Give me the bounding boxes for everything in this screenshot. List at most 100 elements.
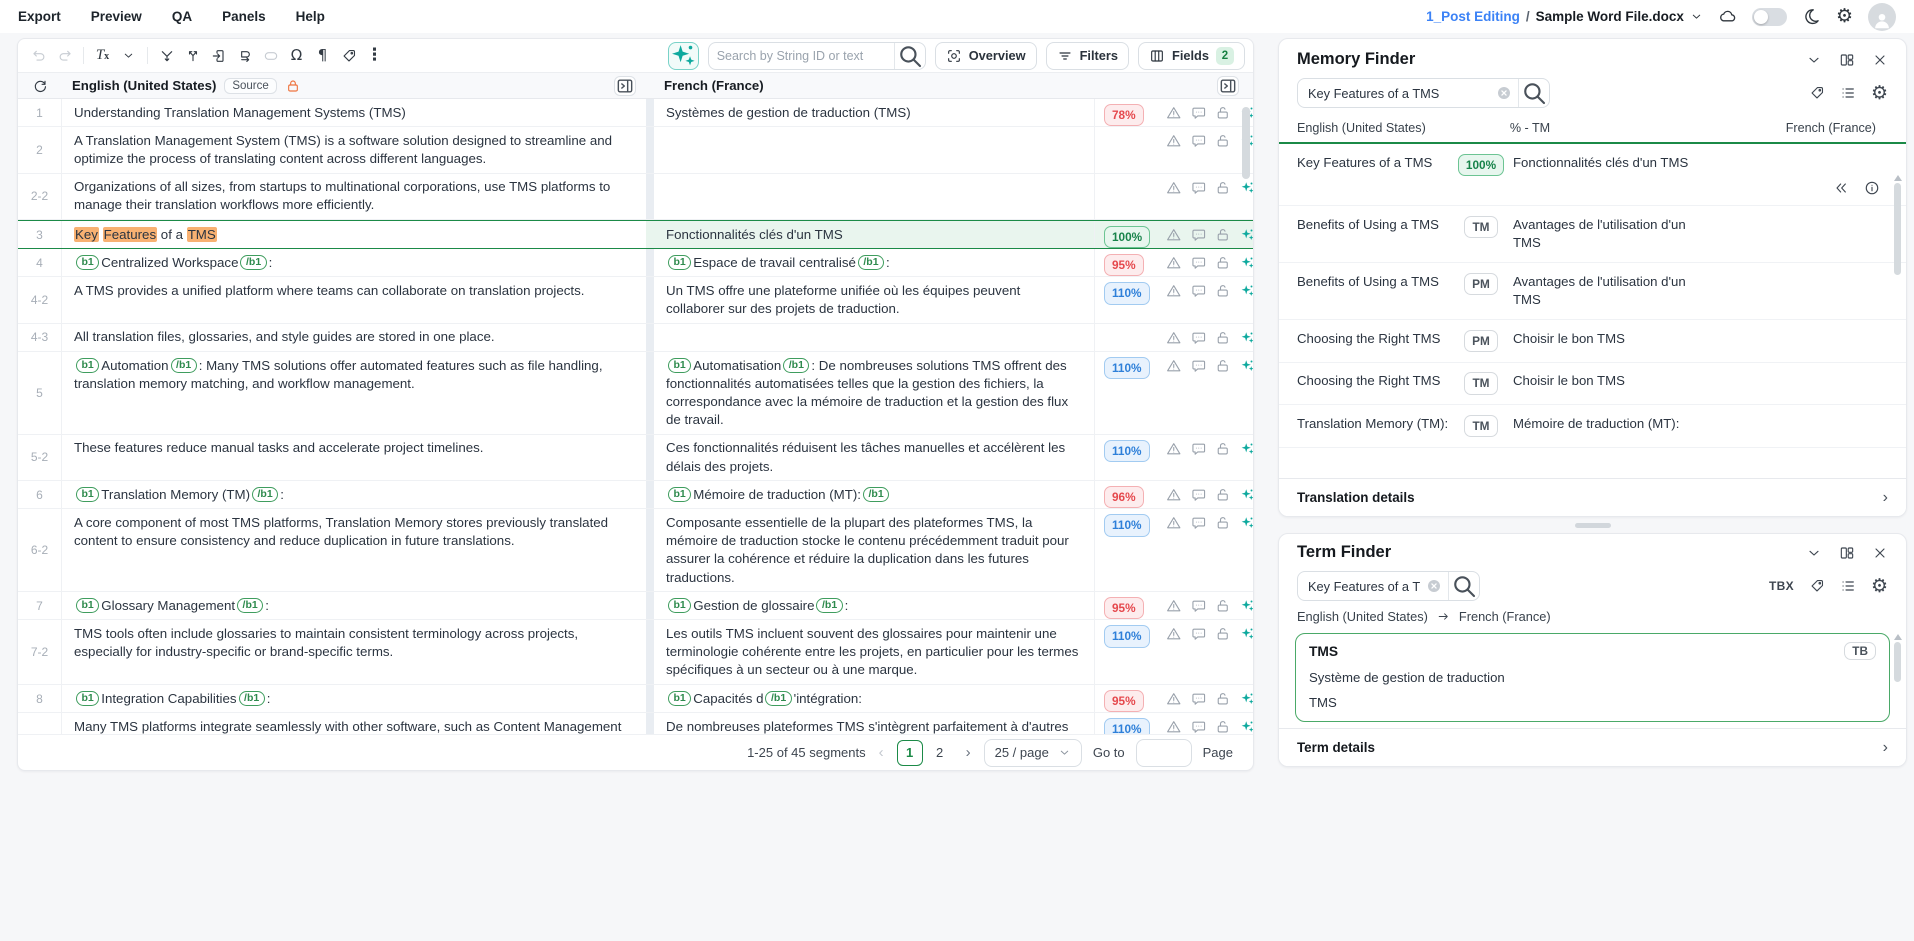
next-page-icon[interactable]: ›	[964, 744, 973, 761]
chevron-down-icon[interactable]	[1806, 52, 1822, 68]
inline-tag[interactable]: b1	[668, 358, 691, 373]
unlock-icon[interactable]	[1215, 626, 1231, 642]
inline-tag[interactable]: b1	[76, 358, 99, 373]
warning-icon[interactable]	[1166, 719, 1182, 734]
info-icon[interactable]	[1864, 180, 1880, 196]
double-chevron-left-icon[interactable]	[1833, 180, 1849, 196]
target-cell[interactable]: Un TMS offre une plateforme unifiée où l…	[654, 277, 1094, 322]
clear-icon[interactable]	[1496, 85, 1512, 101]
warning-icon[interactable]	[1166, 283, 1182, 299]
comment-icon[interactable]	[1191, 105, 1207, 121]
memory-match-row[interactable]: Benefits of Using a TMS TM Avantages de …	[1279, 206, 1906, 263]
unlock-icon[interactable]	[1215, 598, 1231, 614]
source-cell[interactable]: Key Features of a TMS	[62, 221, 646, 248]
target-cell[interactable]: Les outils TMS incluent souvent des glos…	[654, 620, 1094, 684]
unlock-icon[interactable]	[1215, 180, 1231, 196]
table-scrollbar[interactable]	[1242, 107, 1250, 771]
warning-icon[interactable]	[1166, 691, 1182, 707]
clear-icon[interactable]	[1426, 578, 1442, 594]
unlock-icon[interactable]	[1215, 441, 1231, 457]
translation-details-button[interactable]: Translation details ›	[1279, 478, 1906, 516]
inline-tag[interactable]: /b1	[765, 691, 791, 706]
inline-tag[interactable]: b1	[76, 487, 99, 502]
goto-page-input[interactable]	[1136, 739, 1192, 767]
warning-icon[interactable]	[1166, 255, 1182, 271]
inline-tag[interactable]: b1	[668, 598, 691, 613]
inline-tag[interactable]: /b1	[240, 255, 266, 270]
search-icon[interactable]	[1519, 79, 1549, 107]
source-cell[interactable]: b1Centralized Workspace/b1:	[62, 249, 646, 276]
warning-icon[interactable]	[1166, 626, 1182, 642]
project-link[interactable]: 1_Post Editing	[1426, 9, 1520, 24]
warning-icon[interactable]	[1166, 105, 1182, 121]
source-cell[interactable]: b1Glossary Management/b1:	[62, 592, 646, 619]
chevron-down-icon[interactable]	[1806, 545, 1822, 561]
comment-icon[interactable]	[1191, 180, 1207, 196]
menu-preview[interactable]: Preview	[91, 9, 142, 24]
comment-icon[interactable]	[1191, 626, 1207, 642]
menu-panels[interactable]: Panels	[222, 9, 266, 24]
unlock-icon[interactable]	[1215, 515, 1231, 531]
comment-icon[interactable]	[1191, 255, 1207, 271]
merge-icon[interactable]	[154, 43, 179, 69]
omega-icon[interactable]: Ω	[284, 43, 309, 69]
tx-icon[interactable]: Tx	[90, 43, 115, 69]
source-cell[interactable]: b1Automation/b1: Many TMS solutions offe…	[62, 352, 646, 434]
gear-icon[interactable]: ⚙	[1871, 577, 1888, 596]
comment-icon[interactable]	[1191, 719, 1207, 734]
memory-search-input[interactable]	[1298, 86, 1496, 101]
prev-page-icon[interactable]: ‹	[877, 744, 886, 761]
source-cell[interactable]: Organizations of all sizes, from startup…	[62, 174, 646, 219]
source-cell[interactable]: TMS tools often include glossaries to ma…	[62, 620, 646, 684]
source-cell[interactable]: Understanding Translation Management Sys…	[62, 99, 646, 126]
search-icon[interactable]	[1449, 572, 1479, 600]
inline-tag[interactable]: /b1	[252, 487, 278, 502]
warning-icon[interactable]	[1166, 487, 1182, 503]
unlock-icon[interactable]	[1215, 691, 1231, 707]
inline-tag[interactable]: b1	[76, 255, 99, 270]
tbx-label[interactable]: TBX	[1769, 579, 1794, 593]
memory-match-row[interactable]: Translation Memory (TM): TM Mémoire de t…	[1279, 405, 1906, 448]
list-icon[interactable]	[1840, 85, 1856, 101]
target-cell[interactable]: Systèmes de gestion de traduction (TMS)	[654, 99, 1094, 126]
menu-export[interactable]: Export	[18, 9, 61, 24]
overview-button[interactable]: Overview	[935, 42, 1037, 70]
target-cell[interactable]: b1Capacités d/b1'intégration:	[654, 685, 1094, 712]
source-cell[interactable]: A core component of most TMS platforms, …	[62, 509, 646, 591]
inline-tag[interactable]: b1	[668, 691, 691, 706]
redo-icon[interactable]	[52, 43, 77, 69]
warning-icon[interactable]	[1166, 227, 1182, 243]
term-scrollbar[interactable]	[1893, 634, 1902, 728]
warning-icon[interactable]	[1166, 598, 1182, 614]
warning-icon[interactable]	[1166, 330, 1182, 346]
inline-tag[interactable]: b1	[76, 691, 99, 706]
comment-icon[interactable]	[1191, 283, 1207, 299]
target-cell[interactable]: b1Gestion de glossaire/b1:	[654, 592, 1094, 619]
source-cell[interactable]: A TMS provides a unified platform where …	[62, 277, 646, 322]
search-input[interactable]	[709, 49, 894, 63]
target-cell[interactable]: Composante essentielle de la plupart des…	[654, 509, 1094, 591]
tag-icon[interactable]	[1809, 85, 1825, 101]
target-cell[interactable]: Fonctionnalités clés d'un TMS	[654, 221, 1094, 248]
panel-resize-handle[interactable]	[1278, 517, 1907, 533]
source-cell[interactable]: b1Integration Capabilities/b1:	[62, 685, 646, 712]
page-size-select[interactable]: 25 / page	[984, 739, 1082, 767]
comment-icon[interactable]	[1191, 227, 1207, 243]
inline-tag[interactable]: /b1	[816, 598, 842, 613]
split-icon[interactable]	[180, 43, 205, 69]
unlock-icon[interactable]	[1215, 719, 1231, 734]
target-cell[interactable]: De nombreuses plateformes TMS s'intègren…	[654, 713, 1094, 734]
comment-icon[interactable]	[1191, 691, 1207, 707]
term-search-input[interactable]	[1298, 579, 1426, 594]
memory-scrollbar[interactable]	[1893, 175, 1902, 475]
target-cell[interactable]: Ces fonctionnalités réduisent les tâches…	[654, 435, 1094, 480]
page-number-2[interactable]: 2	[927, 740, 953, 766]
target-cell[interactable]: b1Espace de travail centralisé/b1:	[654, 249, 1094, 276]
refresh-icon[interactable]	[32, 78, 48, 94]
close-icon[interactable]	[1872, 545, 1888, 561]
more-icon[interactable]: ⋮	[362, 43, 387, 69]
memory-match-row[interactable]: Choosing the Right TMS PM Choisir le bon…	[1279, 320, 1906, 363]
theme-toggle[interactable]	[1752, 8, 1787, 26]
ai-assist-button[interactable]	[668, 42, 699, 70]
warning-icon[interactable]	[1166, 180, 1182, 196]
